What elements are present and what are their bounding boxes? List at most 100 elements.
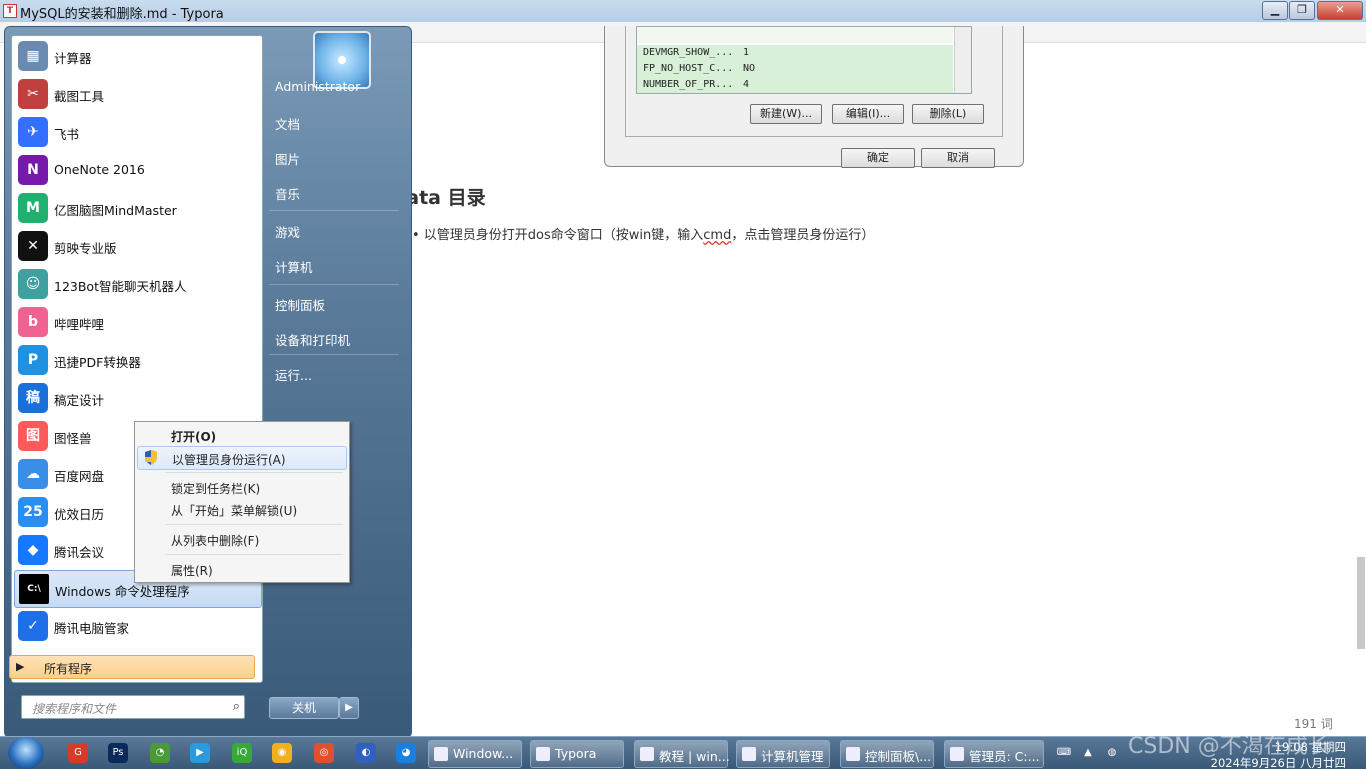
control-panel-link[interactable]: 控制面板 <box>275 295 325 314</box>
start-menu-item-label: 稿定设计 <box>54 393 105 408</box>
taskbar-button[interactable]: Window... <box>428 740 522 768</box>
start-menu-item[interactable]: ▦ 计算器 <box>14 38 260 74</box>
env-name: FP_NO_HOST_C... <box>643 63 734 74</box>
scrollbar-thumb[interactable] <box>1357 557 1365 649</box>
chevron-up-icon[interactable]: ▲ <box>1078 743 1098 763</box>
menu-item-pin-taskbar[interactable]: 锁定到任务栏(K) <box>137 476 345 498</box>
pinned-app-icon[interactable]: G <box>68 743 88 763</box>
start-menu-item[interactable]: N OneNote 2016 <box>14 152 260 188</box>
games-link[interactable]: 游戏 <box>275 222 300 241</box>
shutdown-options-button[interactable]: ▶ <box>339 697 359 719</box>
start-menu-item-label: 123Bot智能聊天机器人 <box>54 279 187 294</box>
menu-item-properties[interactable]: 属性(R) <box>137 558 345 580</box>
taskbar-button[interactable]: 控制面板\... <box>840 740 934 768</box>
search-icon: ⌕ <box>232 699 240 714</box>
start-menu-item-label: 剪映专业版 <box>54 241 117 256</box>
table-row <box>637 27 953 43</box>
taskbar-button[interactable]: 教程 | win... <box>634 740 730 768</box>
close-button[interactable]: ✕ <box>1317 1 1363 20</box>
maximize-button[interactable]: ❐ <box>1289 1 1315 20</box>
chrome-icon[interactable]: ◎ <box>314 743 334 763</box>
start-menu-item-label: 亿图脑图MindMaster <box>54 203 177 218</box>
taskbar-button[interactable]: 计算机管理 <box>736 740 830 768</box>
pinned-app-icon[interactable]: ◔ <box>150 743 170 763</box>
start-menu-item-label: 飞书 <box>54 127 80 142</box>
pictures-link[interactable]: 图片 <box>275 149 300 168</box>
delete-button[interactable]: 删除(L) <box>912 104 984 124</box>
shutdown-button[interactable]: 关机 <box>269 697 339 719</box>
feishu-icon: ✈ <box>18 117 48 147</box>
computer-management-icon <box>742 747 756 761</box>
menu-separator <box>165 554 343 555</box>
edit-button[interactable]: 编辑(I)... <box>832 104 904 124</box>
cmd-icon <box>950 747 964 761</box>
table-row: FP_NO_HOST_C... NO <box>637 61 953 77</box>
calculator-icon: ▦ <box>18 41 48 71</box>
documents-link[interactable]: 文档 <box>275 114 300 133</box>
start-menu-item[interactable]: ✕ 剪映专业版 <box>14 228 260 264</box>
start-menu-item-label: OneNote 2016 <box>54 162 145 177</box>
music-link[interactable]: 音乐 <box>275 184 300 203</box>
menu-item-run-as-admin[interactable]: 以管理员身份运行(A) <box>137 446 347 470</box>
all-programs-button[interactable]: ▶ 所有程序 <box>9 655 255 679</box>
menu-separator <box>269 354 399 355</box>
taskbar-button[interactable]: Typora <box>530 740 624 768</box>
typora-icon <box>536 747 550 761</box>
media-player-icon[interactable]: ▶ <box>190 743 210 763</box>
start-menu-item[interactable]: b 哔哩哔哩 <box>14 304 260 340</box>
start-menu-item[interactable]: 稿稿定设计 <box>14 380 260 416</box>
taskbar-button[interactable]: 管理员: C:... <box>944 740 1044 768</box>
minimize-button[interactable]: ▁ <box>1262 1 1288 20</box>
user-name-link[interactable]: Administrator <box>275 79 360 94</box>
start-menu-item-label: 哔哩哔哩 <box>54 317 105 332</box>
pinned-app-icon[interactable]: ◐ <box>356 743 376 763</box>
scissors-icon: ✂ <box>18 79 48 109</box>
env-name: DEVMGR_SHOW_... <box>643 47 734 58</box>
taskbar-button-label: 控制面板\... <box>865 749 932 764</box>
start-menu-item[interactable]: P 迅捷PDF转换器 <box>14 342 260 378</box>
start-menu-item[interactable]: ✓ 腾讯电脑管家 <box>14 608 260 644</box>
env-value: 1 <box>743 47 750 58</box>
scrollbar[interactable] <box>954 27 971 93</box>
control-panel-icon <box>846 747 860 761</box>
capcut-icon: ✕ <box>18 231 48 261</box>
start-menu-item[interactable]: ✂ 截图工具 <box>14 76 260 112</box>
tencent-pc-manager-icon: ✓ <box>18 611 48 641</box>
menu-item-unpin-start[interactable]: 从「开始」菜单解锁(U) <box>137 498 345 520</box>
start-menu-item[interactable]: ☺ 123Bot智能聊天机器人 <box>14 266 260 302</box>
pinned-app-icon[interactable]: ◉ <box>272 743 292 763</box>
run-link[interactable]: 运行... <box>275 365 312 384</box>
ok-button[interactable]: 确定 <box>841 148 915 168</box>
start-menu-item[interactable]: ✈ 飞书 <box>14 114 260 150</box>
photoshop-icon[interactable]: Ps <box>108 743 128 763</box>
menu-item-remove-from-list[interactable]: 从列表中删除(F) <box>137 528 345 550</box>
env-list: DEVMGR_SHOW_... 1 FP_NO_HOST_C... NO NUM… <box>636 26 972 94</box>
all-programs-label: 所有程序 <box>44 662 93 676</box>
start-menu-item-label: 迅捷PDF转换器 <box>54 355 141 370</box>
calendar-icon: 25 <box>18 497 48 527</box>
taskbar-button-label: 计算机管理 <box>761 749 824 764</box>
start-button[interactable] <box>8 737 44 769</box>
window-title: MySQL的安装和删除.md - Typora <box>20 7 224 22</box>
typora-icon: T <box>3 4 17 18</box>
search-placeholder: 搜索程序和文件 <box>32 702 117 716</box>
wechat-icon[interactable]: ◍ <box>1102 743 1122 763</box>
keyboard-icon[interactable]: ⌨ <box>1054 743 1074 763</box>
title-bar: T MySQL的安装和删除.md - Typora ▁ ❐ ✕ <box>0 0 1366 22</box>
pinned-app-icon[interactable]: ◕ <box>396 743 416 763</box>
search-input[interactable]: 搜索程序和文件 ⌕ <box>21 695 245 719</box>
table-row: DEVMGR_SHOW_... 1 <box>637 45 953 61</box>
menu-separator <box>165 524 343 525</box>
cancel-button[interactable]: 取消 <box>921 148 995 168</box>
computer-link[interactable]: 计算机 <box>275 257 313 276</box>
new-button[interactable]: 新建(W)... <box>750 104 822 124</box>
robot-icon: ☺ <box>18 269 48 299</box>
menu-item-open[interactable]: 打开(O) <box>137 424 345 446</box>
devices-printers-link[interactable]: 设备和打印机 <box>275 330 350 349</box>
tencent-meeting-icon: ◆ <box>18 535 48 565</box>
start-menu-item[interactable]: M 亿图脑图MindMaster <box>14 190 260 226</box>
iqiyi-icon[interactable]: iQ <box>232 743 252 763</box>
taskbar-button-label: Window... <box>453 746 514 761</box>
gaoding-icon: 稿 <box>18 383 48 413</box>
start-menu-item-label: 优效日历 <box>54 507 105 522</box>
